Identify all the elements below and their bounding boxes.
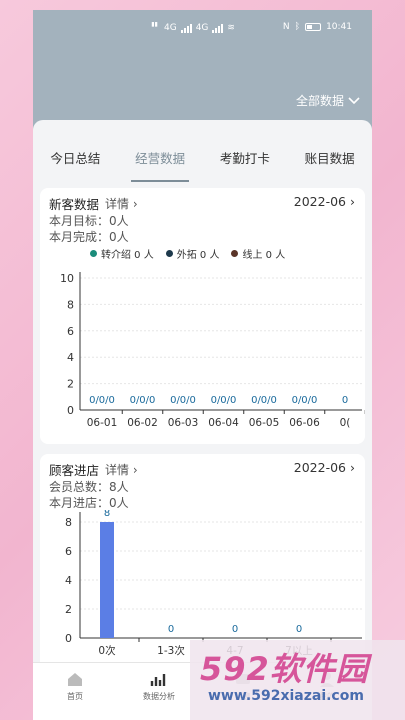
y-tick-label: 6 [65,545,72,558]
site-watermark: 592软件园 www.592xiazai.com [190,640,405,720]
details-label: 详情 [105,197,130,211]
tab-business-data[interactable]: 经营数据 [131,146,190,182]
nfc-icon: N [282,22,290,32]
nav-home[interactable]: 首页 [45,671,105,702]
month-label: 2022-06 [293,194,347,209]
data-label: 0 [296,624,302,635]
tab-accounts[interactable]: 账目数据 [301,146,359,176]
data-label: 0/0/0 [211,395,237,406]
all-data-dropdown[interactable]: 全部数据 [296,92,360,109]
details-link[interactable]: 详情 › [105,195,138,212]
card-header: 顾客进店 详情 › [49,460,138,479]
data-label: 0/0/0 [251,395,277,406]
details-label: 详情 [105,463,130,477]
data-label: 0/0/0 [130,395,156,406]
chart-icon [150,674,166,686]
app-header: ▮▮ 4G 4G ≋ N ᛒ 10:41 全部数据 [33,10,372,130]
legend-dot [90,250,97,257]
network-label-2: 4G [195,23,209,33]
x-tick-label: 0( [340,417,351,429]
legend-label: 转介绍 0 人 [101,250,154,261]
legend-item[interactable]: 线上 0 人 [231,246,285,261]
month-label: 2022-06 [293,460,347,475]
clock: 10:41 [326,22,352,32]
x-tick-label: 06-02 [127,417,158,429]
card-title: 顾客进店 [49,463,100,478]
sim-icon: ▮▮ [151,21,158,28]
data-label: 0/0/0 [89,395,115,406]
chevron-right-icon: › [132,197,138,211]
data-label: 0/0/0 [170,395,196,406]
legend-item[interactable]: 转介绍 0 人 [90,246,154,261]
wifi-icon: ≋ [227,23,235,33]
bar [100,522,114,638]
legend-label: 线上 0 人 [242,250,286,261]
signal-icon-2 [212,23,224,33]
tab-attendance[interactable]: 考勤打卡 [216,146,274,176]
watermark-url: www.592xiazai.com [208,688,364,704]
monthly-visits: 本月进店：0人 [49,496,129,510]
legend-dot [165,250,173,257]
y-tick-label: 10 [60,272,74,285]
legend-label: 外拓 0 人 [176,250,220,261]
monthly-completed: 本月完成：0人 [49,230,129,244]
watermark-logo: 592软件园 [200,650,369,688]
network-label-1: 4G [164,23,177,33]
x-tick-label: 06-04 [208,417,239,429]
card-header: 新客数据 详情 › [49,194,138,213]
nav-label: 首页 [67,692,83,701]
y-tick-label: 8 [65,516,72,529]
x-tick-label: 06-06 [289,417,320,429]
y-tick-label: 0 [65,632,72,645]
signal-icon [180,23,192,33]
tab-today-summary[interactable]: 今日总结 [46,146,104,176]
legend-item[interactable]: 外拓 0 人 [165,246,220,261]
data-label: 0 [342,395,348,406]
y-tick-label: 2 [65,603,72,616]
y-tick-label: 6 [67,325,74,338]
phone-screen: ▮▮ 4G 4G ≋ N ᛒ 10:41 全部数据 今日总结 经营数据 考勤打卡 [33,10,372,720]
battery-icon [305,23,322,31]
details-link[interactable]: 详情 › [105,461,138,478]
tab-bar: 今日总结 经营数据 考勤打卡 账目数据 [33,146,372,182]
month-selector[interactable]: 2022-06 › [294,194,355,209]
main-content: 今日总结 经营数据 考勤打卡 账目数据 新客数据 详情 › 2022-06 › … [33,120,372,672]
data-label: 0 [168,624,174,635]
data-label: 8 [104,510,110,519]
monthly-target: 本月目标：0人 [49,214,129,228]
x-tick-label: 1-3次 [157,644,185,657]
nav-analytics[interactable]: 数据分析 [129,671,189,702]
x-tick-label: 06-05 [249,417,280,429]
status-bar: ▮▮ 4G 4G ≋ N ᛒ 10:41 [33,20,372,40]
y-tick-label: 8 [67,298,74,311]
x-tick-label: 06-03 [168,417,199,429]
home-icon [68,673,82,686]
nav-label: 数据分析 [143,692,175,701]
customer-visit-card: 顾客进店 详情 › 2022-06 › 会员总数：8人 本月进店：0人 0 2 4 6… [40,454,365,669]
y-tick-label: 0 [67,404,74,417]
y-tick-label: 4 [67,351,74,364]
member-total: 会员总数：8人 [49,480,129,494]
new-customer-chart: 0 2 4 6 8 10 06-01 0/0/0 06-02 0/0/0 06-03 0/0/0 06-… [60,272,365,429]
chart-legend: 转介绍 0 人 外拓 0 人 线上 0 人 [90,246,285,261]
x-tick-label: 0次 [98,644,116,657]
chevron-right-icon: › [132,463,138,477]
card-title: 新客数据 [49,197,100,212]
data-label: 0 [232,624,238,635]
legend-dot [231,250,239,257]
chevron-right-icon: › [350,460,355,475]
new-customer-card: 新客数据 详情 › 2022-06 › 本月目标：0人 本月完成：0人 转介绍 … [40,188,365,444]
data-label: 0/0/0 [292,395,318,406]
month-selector[interactable]: 2022-06 › [294,460,355,475]
chevron-down-icon [348,96,360,104]
all-data-label: 全部数据 [295,94,344,108]
y-tick-label: 4 [65,574,72,587]
x-tick-label: 06-01 [87,417,118,429]
chevron-right-icon: › [350,194,355,209]
y-tick-label: 2 [67,378,74,391]
bluetooth-icon: ᛒ [294,22,301,32]
